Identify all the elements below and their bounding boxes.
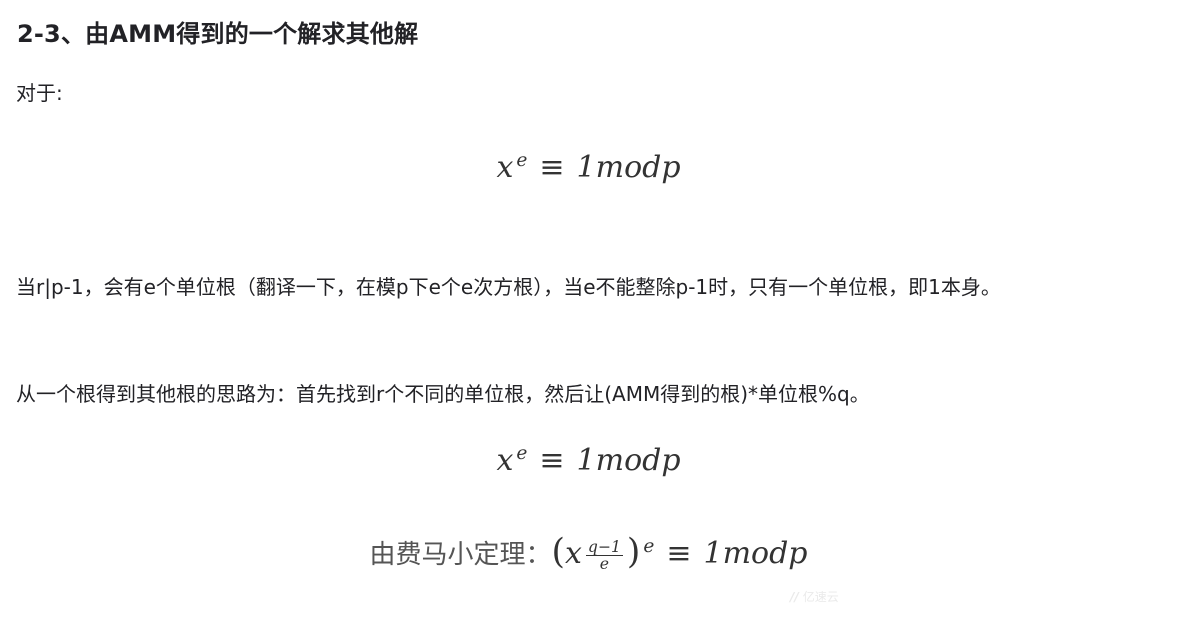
formula-3-rhs: 1modp <box>703 536 808 571</box>
formula-2-base: x <box>496 443 514 478</box>
formula-1-exponent: e <box>516 150 528 171</box>
formula-1: x e ≡ 1modp <box>0 150 1177 185</box>
formula-3-fraction-denominator: e <box>599 555 609 574</box>
formula-2: x e ≡ 1modp <box>0 443 1177 478</box>
formula-3-exponent: e <box>643 536 655 557</box>
formula-3-equiv: ≡ <box>666 536 692 571</box>
paragraph-unit-roots: 当r|p-1，会有e个单位根（翻译一下，在模p下e个e次方根），当e不能整除p-… <box>16 275 1001 299</box>
formula-1-rhs: 1modp <box>576 150 681 185</box>
watermark-text: 亿速云 <box>802 590 839 604</box>
formula-3-close-paren: ) <box>626 532 641 572</box>
formula-3: 由费马小定理：(x q−1 e) e ≡ 1modp <box>0 532 1177 573</box>
watermark: //亿速云 <box>790 588 839 605</box>
intro-text: 对于: <box>16 81 63 105</box>
section-heading: 2-3、由AMM得到的一个解求其他解 <box>17 20 419 48</box>
formula-1-equiv: ≡ <box>539 150 565 185</box>
paragraph-method: 从一个根得到其他根的思路为：首先找到r个不同的单位根，然后让(AMM得到的根)*… <box>16 382 870 406</box>
watermark-logo-icon: // <box>790 590 799 604</box>
formula-3-fraction-exponent: q−1 e <box>585 538 623 574</box>
formula-3-base: x <box>564 536 582 571</box>
formula-2-rhs: 1modp <box>576 443 681 478</box>
formula-2-exponent: e <box>516 443 528 464</box>
formula-3-open-paren: ( <box>551 532 565 572</box>
formula-1-base: x <box>496 150 514 185</box>
formula-2-equiv: ≡ <box>539 443 565 478</box>
formula-3-prefix: 由费马小定理： <box>369 540 552 570</box>
formula-3-fraction-numerator: q−1 <box>585 538 623 557</box>
